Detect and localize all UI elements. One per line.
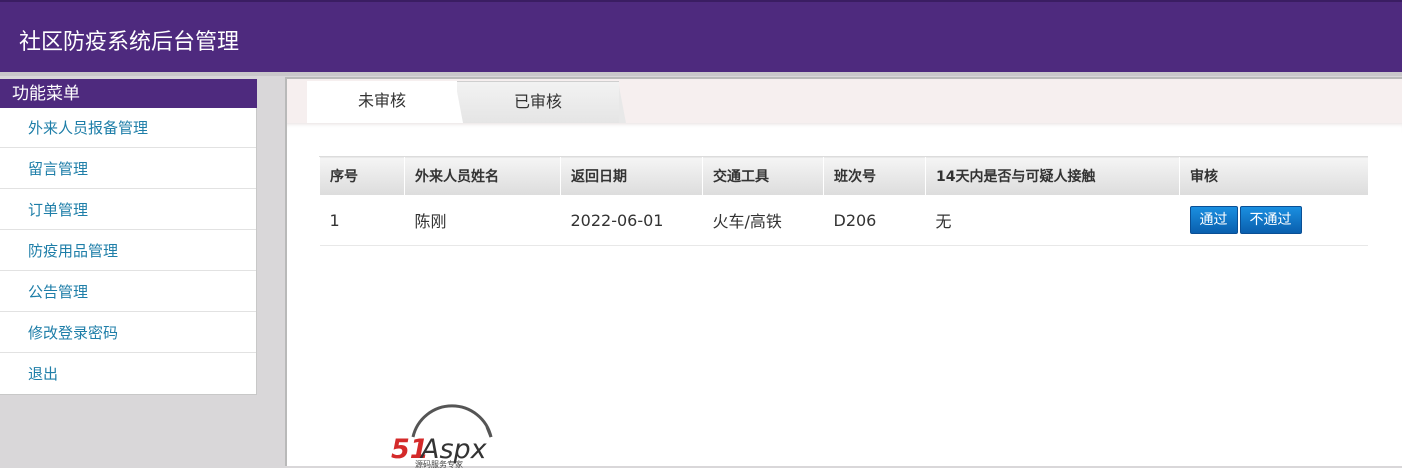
tab-panel-top [287, 123, 1402, 133]
approve-button[interactable]: 通过 [1189, 206, 1238, 234]
tab-edge [619, 81, 627, 123]
tab-edge [455, 81, 463, 123]
tab-bar: 未审核 已审核 [287, 79, 1402, 124]
menu-header: 功能菜单 [0, 79, 257, 108]
sidebar: 功能菜单 外来人员报备管理 留言管理 订单管理 防疫用品管理 公告管理 修改登录… [0, 79, 257, 395]
svg-text:源码服务专家: 源码服务专家 [415, 459, 463, 468]
col-index: 序号 [319, 156, 405, 195]
sidebar-item-messages[interactable]: 留言管理 [0, 148, 256, 189]
cell-index: 1 [319, 195, 405, 246]
col-contact: 14天内是否与可疑人接触 [925, 156, 1180, 195]
sidebar-item-supplies[interactable]: 防疫用品管理 [0, 230, 256, 271]
cell-actions: 通过 不通过 [1179, 195, 1368, 246]
menu-list: 外来人员报备管理 留言管理 订单管理 防疫用品管理 公告管理 修改登录密码 退出 [0, 108, 257, 395]
cell-return-date: 2022-06-01 [560, 195, 703, 246]
sidebar-item-change-password[interactable]: 修改登录密码 [0, 312, 256, 353]
top-header-bar: 社区防疫系统后台管理 [0, 0, 1402, 72]
header-divider [0, 72, 1402, 76]
cell-contact: 无 [925, 195, 1180, 246]
col-shift: 班次号 [823, 156, 926, 195]
logo: 51 Aspx 源码服务专家 [387, 401, 517, 468]
cell-name: 陈刚 [404, 195, 561, 246]
col-return-date: 返回日期 [560, 156, 703, 195]
main-panel: 未审核 已审核 序号 外来人员姓名 返回日期 交通工具 班次号 14天内是否与可… [285, 77, 1402, 468]
tab-unreviewed[interactable]: 未审核 [307, 81, 457, 123]
table-header-row: 序号 外来人员姓名 返回日期 交通工具 班次号 14天内是否与可疑人接触 审核 [319, 156, 1368, 195]
cell-shift: D206 [823, 195, 926, 246]
app-title: 社区防疫系统后台管理 [19, 30, 240, 55]
sidebar-item-visitor-report[interactable]: 外来人员报备管理 [0, 108, 256, 148]
reject-button[interactable]: 不通过 [1239, 206, 1302, 234]
visitor-table: 序号 外来人员姓名 返回日期 交通工具 班次号 14天内是否与可疑人接触 审核 … [319, 156, 1368, 246]
logo-icon: 51 Aspx 源码服务专家 [391, 404, 493, 468]
sidebar-item-logout[interactable]: 退出 [0, 353, 256, 394]
sidebar-item-notices[interactable]: 公告管理 [0, 271, 256, 312]
table-row: 1 陈刚 2022-06-01 火车/高铁 D206 无 通过 不通过 [319, 195, 1368, 246]
col-review: 审核 [1179, 156, 1368, 195]
cell-transport: 火车/高铁 [702, 195, 824, 246]
sidebar-item-orders[interactable]: 订单管理 [0, 189, 256, 230]
col-transport: 交通工具 [702, 156, 824, 195]
tab-reviewed[interactable]: 已审核 [457, 81, 619, 123]
col-name: 外来人员姓名 [404, 156, 561, 195]
